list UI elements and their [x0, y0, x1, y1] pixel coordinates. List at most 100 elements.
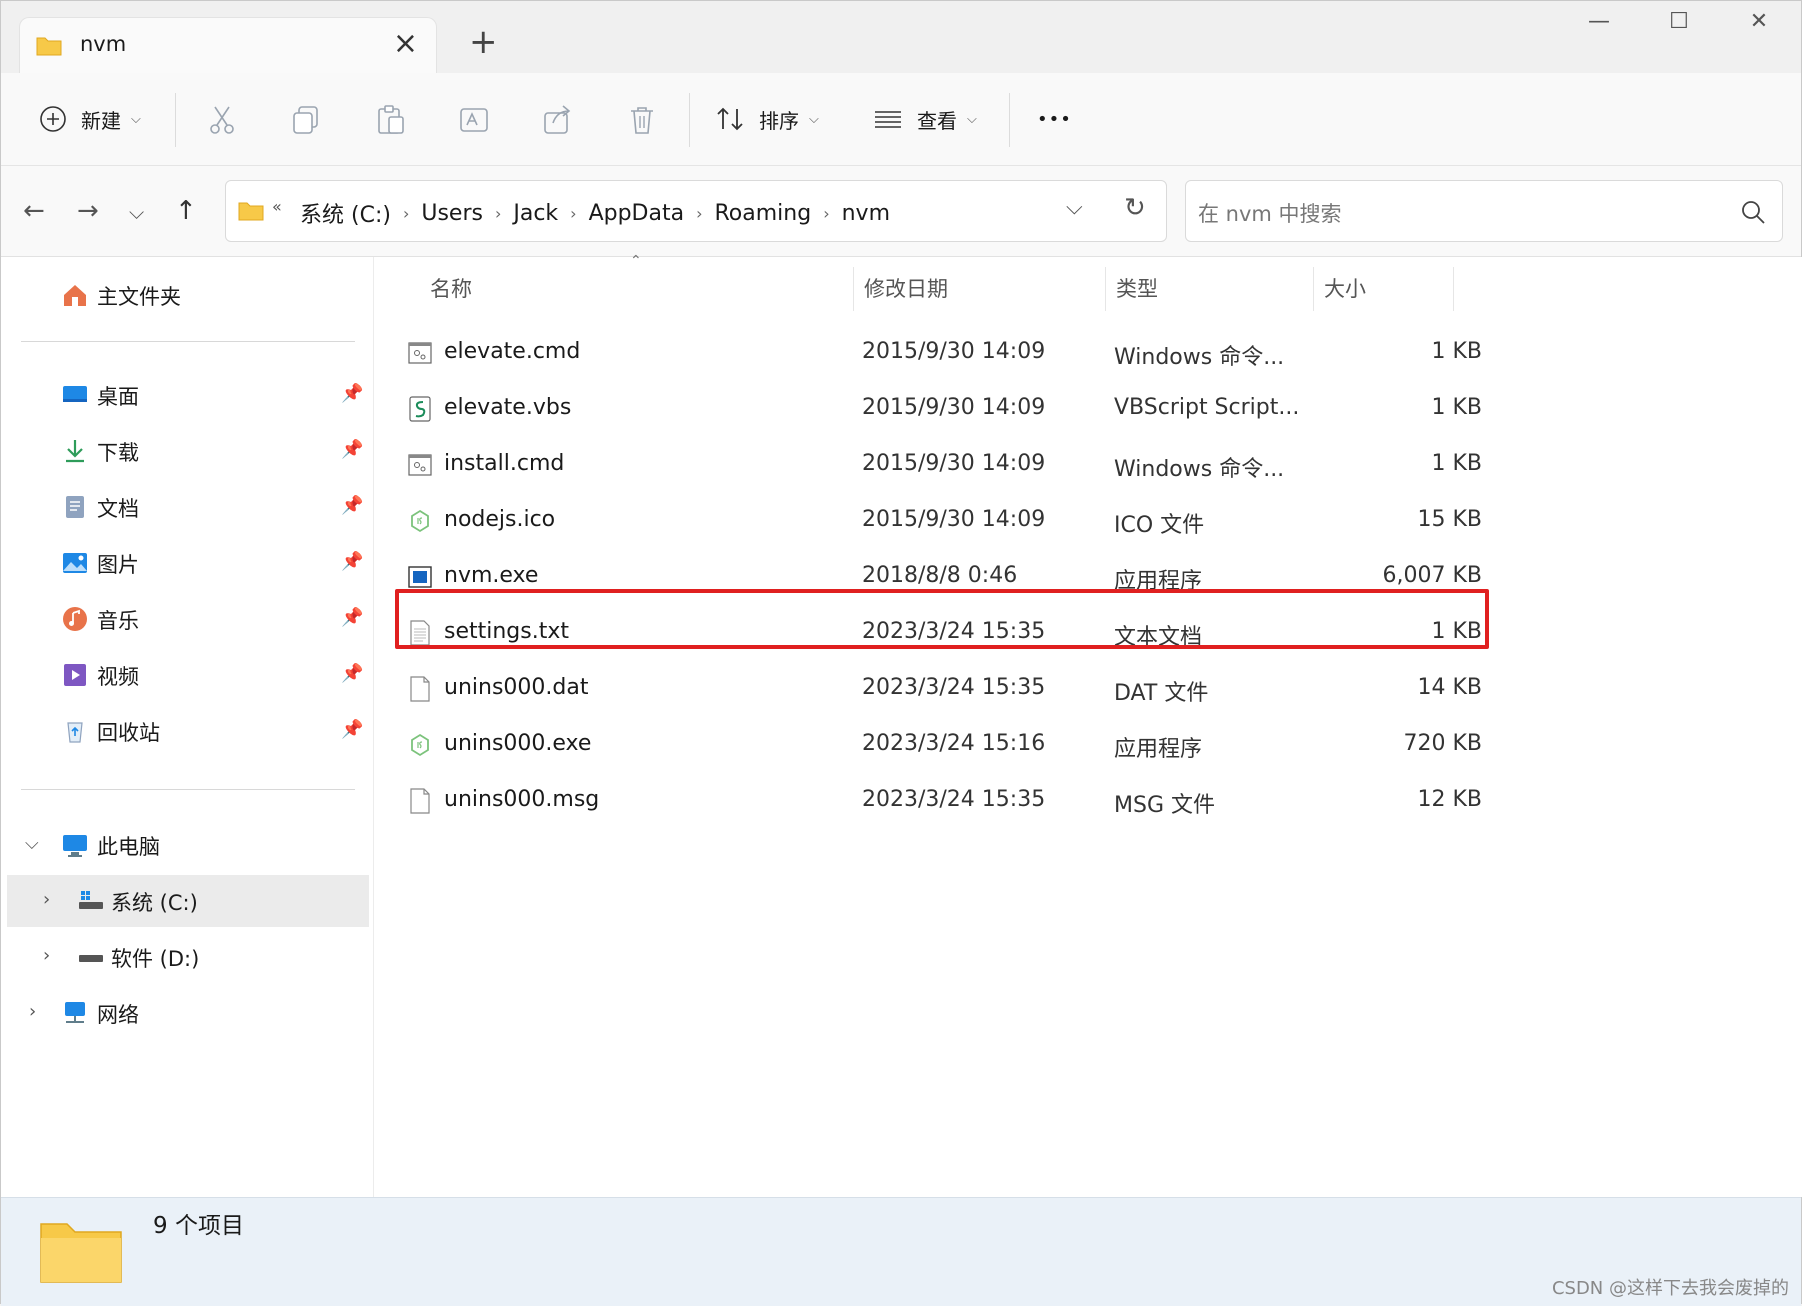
tab-nvm[interactable]: nvm ×: [19, 17, 437, 73]
sidebar-item-this-pc[interactable]: ⌵ 此电脑: [1, 819, 373, 871]
pin-icon[interactable]: 📌: [341, 607, 363, 628]
table-row[interactable]: install.cmd 2015/9/30 14:09 Windows 命令..…: [374, 439, 1482, 491]
pin-icon[interactable]: 📌: [341, 495, 363, 516]
file-type: ICO 文件: [1114, 513, 1205, 538]
folder-icon: [238, 202, 264, 221]
blank-file-icon: [410, 676, 430, 702]
cmd-file-icon: [408, 342, 432, 364]
vbs-file-icon: [409, 396, 431, 422]
videos-icon: [64, 664, 86, 686]
column-header-size[interactable]: 大小: [1314, 267, 1454, 311]
documents-icon: [66, 496, 84, 518]
breadcrumb-item[interactable]: nvm: [842, 201, 890, 226]
file-name: nodejs.ico: [444, 507, 556, 532]
pin-icon[interactable]: 📌: [341, 383, 363, 404]
file-size: 720 KB: [1403, 731, 1482, 756]
file-date: 2023/3/24 15:35: [862, 675, 1046, 700]
more-options-button[interactable]: •••: [1037, 95, 1072, 143]
nodejs-icon: [411, 509, 429, 533]
table-row[interactable]: unins000.exe 2023/3/24 15:16 应用程序 720 KB: [374, 719, 1482, 771]
breadcrumb-chevron-icon[interactable]: ›: [696, 204, 702, 223]
sidebar-item-pictures[interactable]: 图片 📌: [1, 537, 373, 589]
sidebar-item-home[interactable]: 主文件夹: [1, 269, 373, 321]
table-row[interactable]: unins000.dat 2023/3/24 15:35 DAT 文件 14 K…: [374, 663, 1482, 715]
sidebar-item-recycle-bin[interactable]: 回收站 📌: [1, 705, 373, 757]
recent-locations-chevron-icon[interactable]: ⌵: [129, 200, 144, 224]
table-row[interactable]: elevate.cmd 2015/9/30 14:09 Windows 命令..…: [374, 327, 1482, 379]
maximize-button[interactable]: ☐: [1649, 9, 1709, 43]
sidebar-item-documents[interactable]: 文档 📌: [1, 481, 373, 533]
up-arrow-icon[interactable]: ↑: [175, 196, 197, 226]
column-header-date[interactable]: 修改日期: [854, 267, 1106, 311]
toolbar-divider: [1009, 93, 1010, 147]
pin-icon[interactable]: 📌: [341, 439, 363, 460]
refresh-icon[interactable]: ↻: [1124, 193, 1146, 223]
table-row[interactable]: elevate.vbs 2015/9/30 14:09 VBScript Scr…: [374, 383, 1482, 435]
new-tab-button[interactable]: +: [469, 25, 498, 59]
sidebar-item-drive-d[interactable]: › 软件 (D:): [1, 931, 373, 983]
pin-icon[interactable]: 📌: [341, 551, 363, 572]
table-row[interactable]: unins000.msg 2023/3/24 15:35 MSG 文件 12 K…: [374, 775, 1482, 827]
breadcrumb-item[interactable]: Jack: [513, 201, 558, 226]
search-icon[interactable]: [1740, 199, 1766, 225]
sidebar-item-label: 回收站: [97, 721, 160, 745]
address-history-chevron-icon[interactable]: ⌵: [1066, 195, 1083, 220]
desktop-icon: [63, 386, 87, 402]
breadcrumb-overflow[interactable]: «: [272, 197, 282, 216]
breadcrumb-item[interactable]: Roaming: [715, 201, 812, 226]
share-icon[interactable]: [541, 103, 575, 137]
chevron-down-icon[interactable]: ⌵: [25, 833, 39, 854]
pictures-icon: [63, 553, 87, 573]
sort-button[interactable]: 排序 ⌵: [715, 95, 819, 143]
view-button[interactable]: 查看 ⌵: [873, 95, 977, 143]
file-name: unins000.exe: [444, 731, 592, 756]
chevron-right-icon[interactable]: ›: [29, 1001, 36, 1022]
rename-icon[interactable]: [457, 103, 491, 137]
pin-icon[interactable]: 📌: [341, 719, 363, 740]
breadcrumb-chevron-icon[interactable]: ›: [570, 204, 576, 223]
new-button[interactable]: 新建 ⌵: [39, 95, 141, 143]
column-header-name[interactable]: 名称: [420, 267, 854, 311]
file-size: 1 KB: [1431, 339, 1482, 364]
close-tab-icon[interactable]: ×: [393, 26, 418, 61]
toolbar-divider: [689, 93, 690, 147]
sidebar-item-downloads[interactable]: 下载 📌: [1, 425, 373, 477]
address-bar[interactable]: « 系统 (C:) › Users › Jack › AppData › Roa…: [225, 180, 1167, 242]
breadcrumb-item[interactable]: Users: [421, 201, 483, 226]
command-bar: 新建 ⌵ 排序 ⌵ 查看 ⌵ •••: [1, 73, 1801, 166]
chevron-right-icon[interactable]: ›: [43, 945, 50, 966]
file-type: 应用程序: [1114, 737, 1203, 762]
breadcrumb-chevron-icon[interactable]: ›: [823, 204, 829, 223]
breadcrumb-chevron-icon[interactable]: ›: [495, 204, 501, 223]
sidebar-item-drive-c[interactable]: › 系统 (C:): [7, 875, 369, 927]
breadcrumb-item[interactable]: AppData: [589, 201, 685, 226]
table-row[interactable]: nodejs.ico 2015/9/30 14:09 ICO 文件 15 KB: [374, 495, 1482, 547]
file-date: 2015/9/30 14:09: [862, 339, 1046, 364]
column-header-type[interactable]: 类型: [1106, 267, 1314, 311]
close-window-button[interactable]: ✕: [1729, 9, 1789, 43]
large-folder-icon: [40, 1223, 122, 1283]
folder-icon: [36, 37, 62, 56]
file-size: 12 KB: [1417, 787, 1482, 812]
copy-icon[interactable]: [289, 103, 323, 137]
forward-arrow-icon[interactable]: →: [77, 196, 99, 226]
chevron-right-icon[interactable]: ›: [43, 889, 50, 910]
delete-icon[interactable]: [625, 103, 659, 137]
new-button-label: 新建: [81, 108, 121, 133]
plus-circle-icon: [40, 106, 66, 132]
minimize-button[interactable]: —: [1569, 9, 1629, 43]
paste-icon[interactable]: [373, 103, 407, 137]
back-arrow-icon[interactable]: ←: [23, 196, 45, 226]
cut-icon[interactable]: [205, 103, 239, 137]
sidebar-item-label: 系统 (C:): [111, 891, 198, 915]
search-input[interactable]: 在 nvm 中搜索: [1185, 180, 1783, 242]
sidebar-item-desktop[interactable]: 桌面 📌: [1, 369, 373, 421]
sidebar-item-music[interactable]: 音乐 📌: [1, 593, 373, 645]
sidebar-item-network[interactable]: › 网络: [1, 987, 373, 1039]
sidebar-item-label: 图片: [97, 553, 139, 577]
sidebar-item-videos[interactable]: 视频 📌: [1, 649, 373, 701]
pin-icon[interactable]: 📌: [341, 663, 363, 684]
breadcrumb-item[interactable]: 系统 (C:): [300, 197, 391, 229]
breadcrumb-chevron-icon[interactable]: ›: [403, 204, 409, 223]
network-icon: [65, 1002, 85, 1023]
